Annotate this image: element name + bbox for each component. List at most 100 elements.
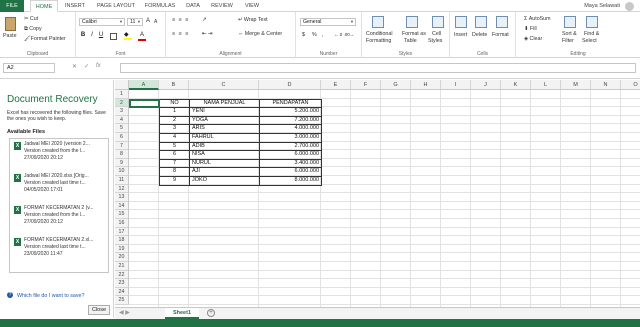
- row-header[interactable]: 3: [115, 107, 129, 116]
- cell-styles-icon[interactable]: [432, 16, 444, 28]
- row-header[interactable]: 25: [115, 296, 129, 305]
- avatar[interactable]: [625, 2, 634, 11]
- font-name-select[interactable]: Calibri ▼: [79, 18, 125, 26]
- row-header[interactable]: 2: [115, 98, 129, 108]
- column-header[interactable]: G: [381, 80, 411, 90]
- row-header[interactable]: 9: [115, 158, 129, 168]
- list-item[interactable]: X Jadwal MEI 2020 (version 2... Version …: [10, 140, 108, 170]
- column-header[interactable]: F: [351, 80, 381, 90]
- column-header[interactable]: H: [411, 80, 441, 90]
- column-header[interactable]: E: [321, 80, 351, 90]
- sheet-tab[interactable]: Sheet1: [165, 308, 199, 319]
- currency-button[interactable]: $: [302, 32, 305, 38]
- format-as-table-label[interactable]: Format as: [402, 31, 426, 37]
- row-header[interactable]: 13: [115, 193, 129, 202]
- enter-icon[interactable]: ✓: [84, 63, 89, 70]
- tab-formulas[interactable]: FORMULAS: [143, 0, 177, 12]
- underline-button[interactable]: U: [97, 32, 105, 38]
- row-header[interactable]: 18: [115, 236, 129, 245]
- conditional-formatting-icon[interactable]: [372, 16, 384, 28]
- list-item[interactable]: X Jadwal MEI 2020.xlsx [Orig... Version …: [10, 172, 108, 202]
- find-select-icon[interactable]: [586, 16, 598, 28]
- delete-icon[interactable]: [475, 16, 487, 28]
- sort-filter-icon[interactable]: [564, 16, 576, 28]
- italic-button[interactable]: I: [88, 32, 96, 38]
- shrink-font-icon[interactable]: A: [154, 19, 157, 25]
- formula-input[interactable]: [120, 63, 636, 73]
- row-header[interactable]: 12: [115, 184, 129, 194]
- format-icon[interactable]: [496, 16, 508, 28]
- close-button[interactable]: Close: [88, 305, 110, 315]
- user-name[interactable]: Maya Selawati: [584, 0, 620, 12]
- sort-filter-label-2[interactable]: Filter: [562, 38, 574, 44]
- tab-insert[interactable]: INSERT: [62, 0, 88, 12]
- font-color-icon[interactable]: A: [138, 32, 146, 41]
- find-select-label-2[interactable]: Select: [582, 38, 597, 44]
- tab-home[interactable]: HOME: [30, 0, 58, 12]
- insert-button[interactable]: Insert: [454, 32, 467, 38]
- column-header[interactable]: I: [441, 80, 471, 90]
- select-all-corner[interactable]: [115, 80, 129, 90]
- list-item[interactable]: X FORMAT KECERMATAN 2.xl... Version crea…: [10, 236, 108, 266]
- column-header[interactable]: D: [259, 80, 321, 90]
- tab-view[interactable]: VIEW: [240, 0, 264, 12]
- column-header[interactable]: C: [189, 80, 259, 90]
- row-header[interactable]: 6: [115, 133, 129, 142]
- format-painter-button[interactable]: 🖌Format Painter: [24, 36, 66, 42]
- row-header[interactable]: 5: [115, 124, 129, 133]
- format-as-table-icon[interactable]: [406, 16, 418, 28]
- cancel-icon[interactable]: ✕: [72, 63, 77, 70]
- row-header[interactable]: 1: [115, 90, 129, 99]
- insert-icon[interactable]: [455, 16, 467, 28]
- fill-color-icon[interactable]: ◆: [124, 32, 132, 40]
- row-header[interactable]: 20: [115, 253, 129, 262]
- indent-icons[interactable]: ⇤ ⇥: [202, 31, 212, 37]
- find-select-label[interactable]: Find &: [584, 31, 599, 37]
- grow-font-icon[interactable]: A: [146, 18, 150, 24]
- cell-styles-label-2[interactable]: Styles: [428, 38, 442, 44]
- table-cell[interactable]: 8.000.000: [259, 176, 322, 186]
- comma-button[interactable]: ,: [322, 32, 323, 38]
- tab-data[interactable]: DATA: [182, 0, 204, 12]
- insert-function-icon[interactable]: fx: [96, 63, 101, 69]
- row-header[interactable]: 16: [115, 219, 129, 228]
- sheet-nav-arrows[interactable]: ◀ ▶: [119, 309, 130, 316]
- row-header[interactable]: 19: [115, 244, 129, 254]
- format-as-table-label-2[interactable]: Table: [404, 38, 417, 44]
- row-header[interactable]: 14: [115, 201, 129, 211]
- merge-center-button[interactable]: ⇔ Merge & Center: [238, 31, 282, 37]
- format-button[interactable]: Format: [492, 32, 509, 38]
- column-header[interactable]: N: [591, 80, 621, 90]
- column-header[interactable]: L: [531, 80, 561, 90]
- column-header[interactable]: M: [561, 80, 591, 90]
- orientation-icon[interactable]: ↗: [202, 17, 206, 23]
- column-header[interactable]: J: [471, 80, 501, 90]
- row-header[interactable]: 8: [115, 150, 129, 159]
- cut-button[interactable]: ✂ Cut: [24, 16, 38, 22]
- add-sheet-button[interactable]: +: [207, 309, 215, 317]
- worksheet-grid[interactable]: A B C D E F G H I J K L M N O 1 2 3 4 5 6 7 8 9 10 11 12 13 14 15 16 17…: [115, 80, 640, 307]
- number-format-select[interactable]: General ▼: [300, 18, 356, 26]
- horizontal-align-icons[interactable]: ≡ ≡ ≡: [172, 31, 189, 37]
- tab-review[interactable]: REVIEW: [208, 0, 236, 12]
- row-header[interactable]: 15: [115, 210, 129, 219]
- conditional-formatting-label-2[interactable]: Formatting: [366, 38, 391, 44]
- row-header[interactable]: 4: [115, 115, 129, 125]
- bold-button[interactable]: B: [79, 32, 87, 38]
- row-header[interactable]: 11: [115, 176, 129, 185]
- name-box[interactable]: A2: [3, 63, 55, 73]
- paste-button[interactable]: Paste: [3, 33, 17, 39]
- active-cell[interactable]: [129, 98, 160, 109]
- cell-styles-label[interactable]: Cell: [432, 31, 441, 37]
- wrap-text-button[interactable]: ↵ Wrap Text: [238, 17, 268, 23]
- which-file-link[interactable]: Which file do I want to save?: [17, 293, 84, 299]
- percent-button[interactable]: %: [312, 32, 317, 38]
- row-header[interactable]: 23: [115, 279, 129, 288]
- table-cell[interactable]: JOKO: [189, 176, 260, 186]
- row-header[interactable]: 24: [115, 287, 129, 297]
- row-header[interactable]: 17: [115, 227, 129, 237]
- row-header[interactable]: 22: [115, 270, 129, 280]
- row-header[interactable]: 21: [115, 262, 129, 271]
- column-header[interactable]: O: [621, 80, 640, 90]
- list-item[interactable]: X FORMAT KECERMATAN 2 (v... Version crea…: [10, 204, 108, 234]
